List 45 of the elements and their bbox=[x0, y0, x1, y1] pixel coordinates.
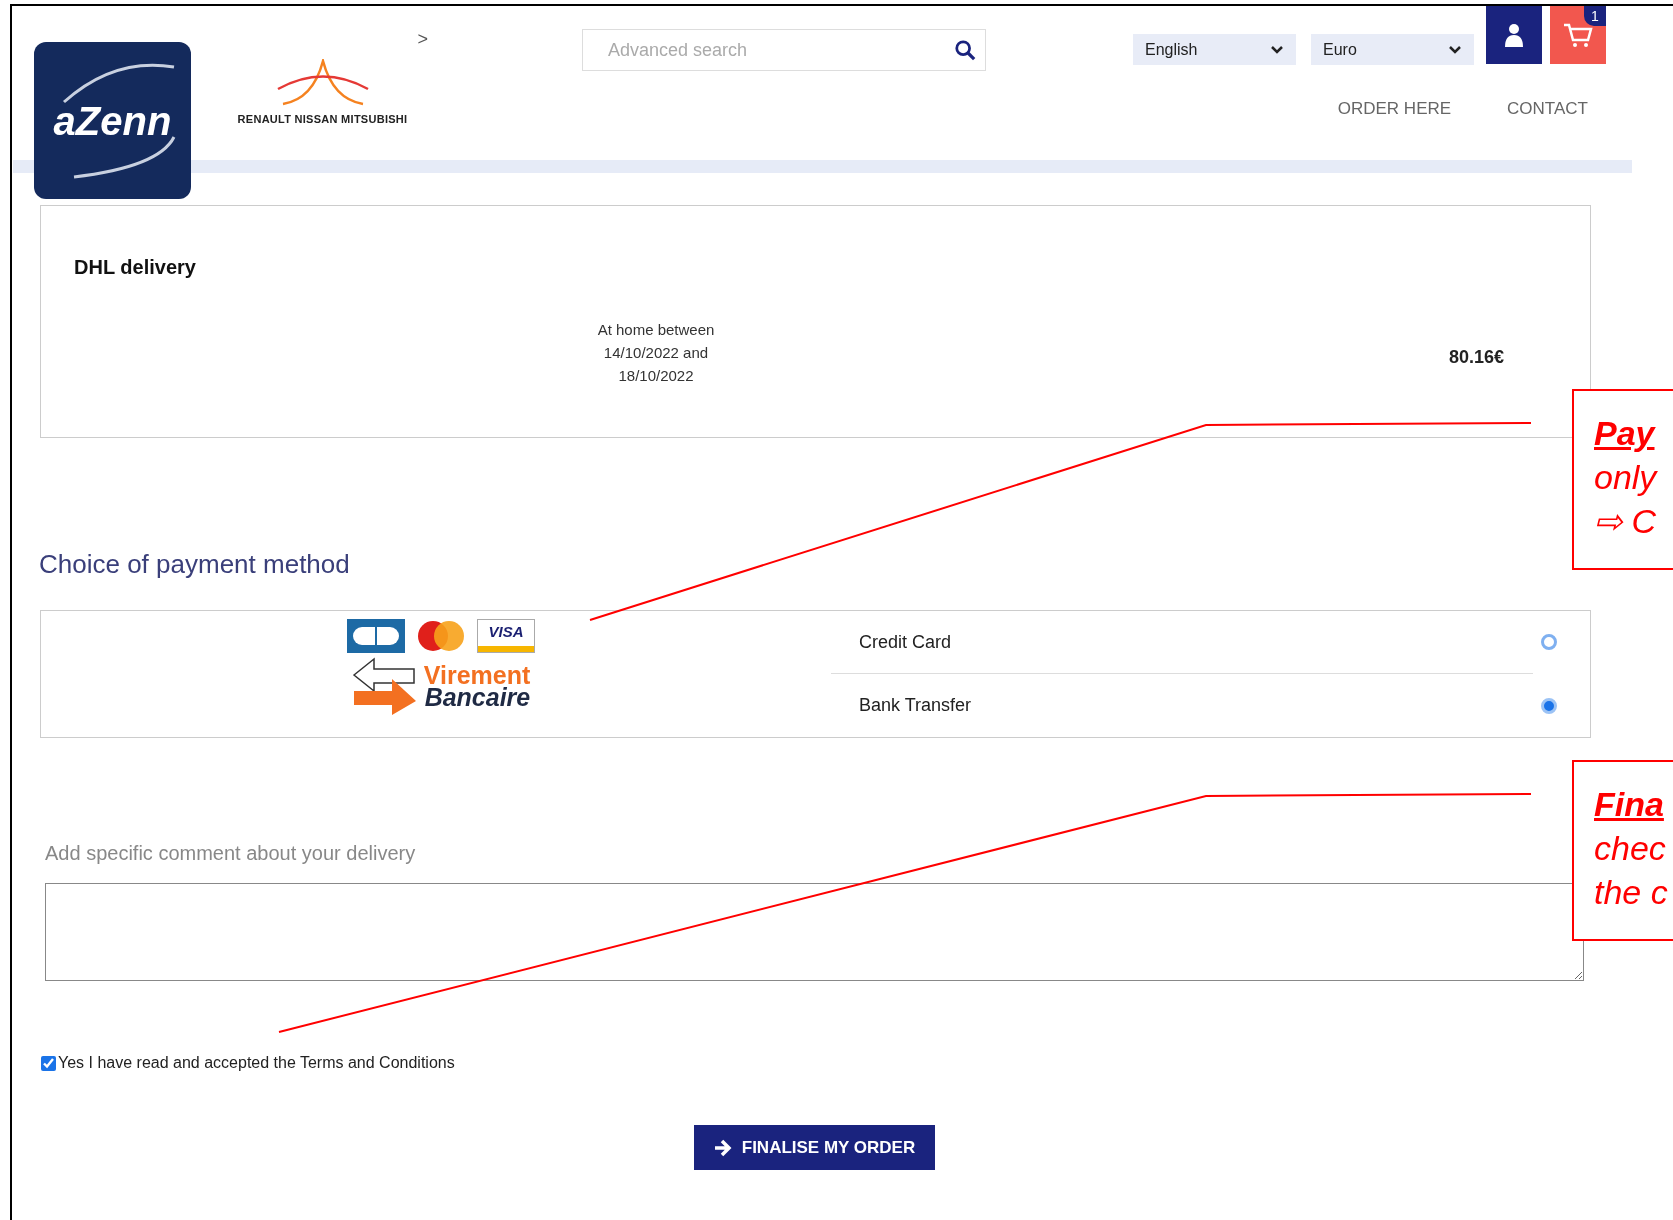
section-heading: Choice of payment method bbox=[39, 548, 351, 581]
nav-link[interactable]: CONTACT bbox=[1507, 96, 1588, 122]
visa-logo: VISA bbox=[477, 619, 535, 653]
annotation-title: Fina bbox=[1594, 784, 1665, 825]
cart-button[interactable]: 1 bbox=[1550, 6, 1606, 64]
annotation-text: the c bbox=[1594, 872, 1669, 913]
logo[interactable]: aZenn bbox=[34, 42, 191, 199]
chevron[interactable]: > bbox=[417, 26, 428, 53]
chevron-down-icon bbox=[1448, 44, 1462, 55]
cart-count-badge: 1 bbox=[1584, 6, 1606, 26]
partner-name: RENAULT NISSAN MITSUBISHI bbox=[237, 112, 408, 127]
radio-button[interactable] bbox=[1541, 697, 1557, 714]
terms-checkbox[interactable] bbox=[41, 1055, 56, 1071]
user-icon bbox=[1504, 23, 1524, 47]
chevron-down-icon bbox=[1270, 44, 1284, 55]
payment-option[interactable]: Bank Transfer bbox=[831, 674, 1533, 737]
delivery-window: 18/10/2022 bbox=[618, 364, 694, 387]
annotation-text: only bbox=[1594, 457, 1659, 498]
bank-transfer-logo-text: Virement bbox=[423, 664, 531, 686]
arrow-right-icon bbox=[713, 1138, 732, 1157]
mastercard-logo-icon bbox=[415, 619, 467, 653]
dropdown[interactable]: English bbox=[1133, 34, 1296, 65]
terms-label: Yes I have read and accepted the Terms and Conditions bbox=[58, 1053, 455, 1073]
account-button[interactable] bbox=[1486, 6, 1542, 64]
cart-icon bbox=[1563, 22, 1593, 48]
payment-option[interactable]: Credit Card bbox=[831, 611, 1533, 674]
card-logo-icon bbox=[347, 619, 405, 653]
delivery-window: At home between bbox=[597, 318, 715, 341]
annotation-title: Pay bbox=[1594, 413, 1657, 454]
finalise-order-button[interactable]: FINALISE MY ORDER bbox=[694, 1125, 935, 1170]
logo-text: aZenn bbox=[53, 97, 172, 145]
dropdown[interactable]: Euro bbox=[1311, 34, 1474, 65]
annotation-text: ⇨ C bbox=[1594, 501, 1657, 542]
delivery-window: 14/10/2022 and bbox=[603, 341, 709, 364]
nav-link[interactable]: ORDER HERE bbox=[1337, 96, 1452, 122]
annotation-text: chec bbox=[1594, 828, 1667, 869]
search-icon[interactable] bbox=[954, 39, 976, 61]
radio-button[interactable] bbox=[1541, 634, 1557, 650]
delivery-price: 80.16€ bbox=[1448, 346, 1504, 369]
bank-transfer-logo-text: Bancaire bbox=[424, 686, 531, 708]
search-field[interactable]: Advanced search bbox=[582, 29, 986, 71]
comment-field[interactable] bbox=[45, 883, 1584, 981]
delivery-title: DHL delivery bbox=[74, 255, 196, 280]
transfer-arrows-icon bbox=[351, 657, 418, 715]
comment-label: Add specific comment about your delivery bbox=[45, 841, 416, 866]
